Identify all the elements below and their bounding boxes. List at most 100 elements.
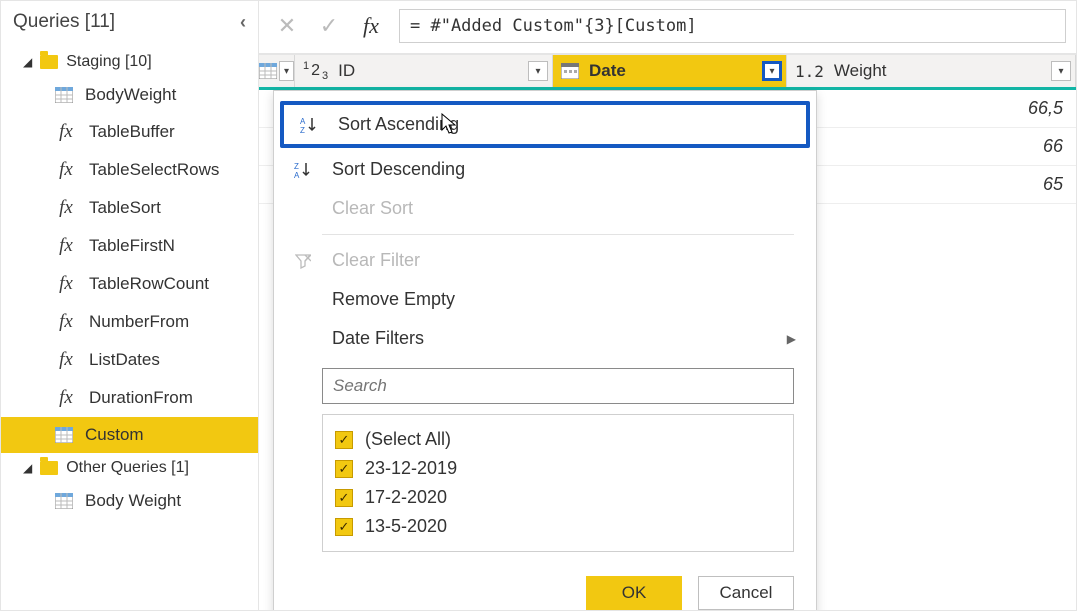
checkbox-icon[interactable]: ✓	[335, 431, 353, 449]
query-item[interactable]: Custom	[1, 417, 258, 453]
collapse-sidebar-chevron-icon[interactable]: ‹	[240, 12, 246, 33]
checkbox-icon[interactable]: ✓	[335, 518, 353, 536]
folder-icon	[40, 55, 58, 69]
fx-icon: fx	[55, 197, 77, 219]
filter-value-row[interactable]: ✓ 23-12-2019	[335, 454, 781, 483]
grid-header: ▾ 123 ID ▾ Date ▾ 1.2 Weight ▾	[259, 54, 1076, 90]
filter-value-label: 23-12-2019	[365, 458, 457, 479]
column-label: ID	[338, 61, 355, 81]
formula-input[interactable]	[399, 9, 1066, 43]
grid-body: 66,5 66 65 AZ Sort Ascending	[259, 90, 1076, 204]
query-group-staging[interactable]: ◢ Staging [10]	[1, 47, 258, 77]
query-item[interactable]: fxListDates	[1, 341, 258, 379]
cancel-button[interactable]: Cancel	[698, 576, 794, 610]
sort-desc-icon: ZA	[290, 161, 316, 179]
filter-value-label: 13-5-2020	[365, 516, 447, 537]
column-filter-menu: AZ Sort Ascending ZA Sort Descending Cle…	[273, 90, 817, 611]
group-label: Other Queries [1]	[66, 459, 189, 477]
whole-number-type-icon: 123	[303, 62, 328, 80]
menu-date-filters[interactable]: Date Filters ▶	[274, 319, 816, 358]
query-item-label: Body Weight	[85, 491, 181, 511]
fx-icon: fx	[55, 121, 77, 143]
menu-remove-empty[interactable]: Remove Empty	[274, 280, 816, 319]
formula-cancel-icon[interactable]: ✕	[273, 12, 301, 40]
filter-value-row[interactable]: ✓ 17-2-2020	[335, 483, 781, 512]
query-item[interactable]: fxTableBuffer	[1, 113, 258, 151]
column-header-weight[interactable]: 1.2 Weight ▾	[787, 55, 1076, 87]
query-item[interactable]: fx TableFirstN	[1, 227, 258, 265]
query-item-label: BodyWeight	[85, 85, 176, 105]
column-filter-dropdown-icon[interactable]: ▾	[528, 61, 548, 81]
table-options-dropdown-icon[interactable]: ▾	[279, 61, 294, 81]
checkbox-icon[interactable]: ✓	[335, 489, 353, 507]
query-item-label: DurationFrom	[89, 388, 193, 408]
sidebar-title: Queries [11]	[13, 11, 115, 33]
fx-icon: fx	[55, 387, 77, 409]
queries-sidebar: Queries [11] ‹ ◢ Staging [10] BodyWeight…	[1, 1, 259, 610]
menu-clear-sort: Clear Sort	[274, 189, 816, 228]
query-item[interactable]: fx TableSort	[1, 189, 258, 227]
fx-icon: fx	[55, 159, 77, 181]
query-item-label: TableRowCount	[89, 274, 209, 294]
column-header-id[interactable]: 123 ID ▾	[295, 55, 553, 87]
svg-text:Z: Z	[294, 162, 299, 171]
chevron-down-icon: ◢	[23, 461, 32, 475]
fx-icon[interactable]: fx	[357, 12, 385, 40]
query-item-label: TableSort	[89, 198, 161, 218]
query-item[interactable]: BodyWeight	[1, 77, 258, 113]
sort-asc-icon: AZ	[296, 116, 322, 134]
menu-item-label: Remove Empty	[332, 289, 796, 310]
menu-item-label: Clear Filter	[332, 250, 796, 271]
filter-value-row[interactable]: ✓(Select All)	[335, 425, 781, 454]
filter-value-list: ✓(Select All)✓23-12-2019✓17-2-2020✓13-5-…	[322, 414, 794, 552]
menu-item-label: Sort Ascending	[338, 114, 786, 135]
query-item[interactable]: Body Weight	[1, 483, 258, 519]
query-item[interactable]: fx DurationFrom	[1, 379, 258, 417]
menu-sort-ascending[interactable]: AZ Sort Ascending	[280, 101, 810, 148]
chevron-right-icon: ▶	[787, 332, 796, 346]
svg-text:A: A	[294, 171, 300, 179]
fx-icon: fx	[55, 273, 77, 295]
date-type-icon	[561, 63, 579, 79]
query-item-label: ListDates	[89, 350, 160, 370]
svg-text:Z: Z	[300, 126, 305, 134]
query-item[interactable]: fx NumberFrom	[1, 303, 258, 341]
clear-filter-icon	[290, 253, 316, 269]
query-item-label: NumberFrom	[89, 312, 189, 332]
query-item[interactable]: fx TableRowCount	[1, 265, 258, 303]
query-group-other[interactable]: ◢ Other Queries [1]	[1, 453, 258, 483]
formula-commit-icon[interactable]: ✓	[315, 12, 343, 40]
filter-search-input[interactable]	[322, 368, 794, 404]
formula-bar: ✕ ✓ fx	[259, 1, 1076, 54]
menu-clear-filter: Clear Filter	[274, 241, 816, 280]
column-filter-dropdown-icon[interactable]: ▾	[762, 61, 782, 81]
folder-icon	[40, 461, 58, 475]
group-label: Staging [10]	[66, 53, 151, 71]
column-filter-dropdown-icon[interactable]: ▾	[1051, 61, 1071, 81]
cell-weight[interactable]: 66	[787, 128, 1076, 165]
query-item-label: TableFirstN	[89, 236, 175, 256]
query-item-label: Custom	[85, 425, 144, 445]
filter-search	[322, 368, 794, 404]
menu-sort-descending[interactable]: ZA Sort Descending	[274, 150, 816, 189]
table-icon	[55, 427, 73, 443]
column-label: Weight	[834, 61, 887, 81]
decimal-type-icon: 1.2	[795, 62, 824, 81]
query-item[interactable]: fx TableSelectRows	[1, 151, 258, 189]
fx-icon: fx	[55, 311, 77, 333]
menu-item-label: Clear Sort	[332, 198, 796, 219]
cell-weight[interactable]: 66,5	[787, 90, 1076, 127]
query-item-label: TableSelectRows	[89, 160, 219, 180]
column-header-date[interactable]: Date ▾	[553, 55, 787, 87]
table-icon	[55, 87, 73, 103]
table-options-cell[interactable]: ▾	[259, 55, 295, 87]
checkbox-icon[interactable]: ✓	[335, 460, 353, 478]
menu-item-label: Date Filters	[332, 328, 771, 349]
cell-weight[interactable]: 65	[787, 166, 1076, 203]
chevron-down-icon: ◢	[23, 55, 32, 69]
filter-value-label: 17-2-2020	[365, 487, 447, 508]
ok-button[interactable]: OK	[586, 576, 682, 610]
fx-icon: fx	[55, 235, 77, 257]
table-icon	[259, 63, 277, 79]
filter-value-row[interactable]: ✓ 13-5-2020	[335, 512, 781, 541]
